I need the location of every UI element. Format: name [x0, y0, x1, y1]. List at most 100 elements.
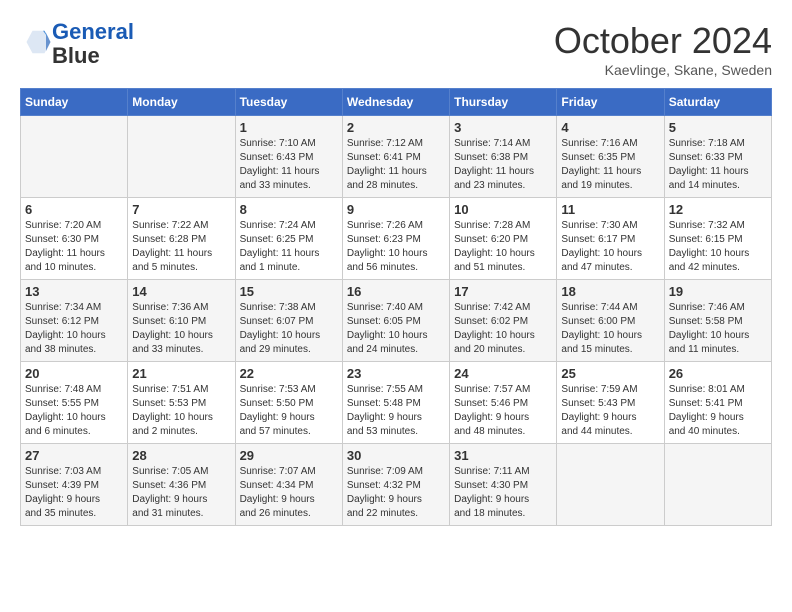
- cell-content: Sunrise: 7:10 AM Sunset: 6:43 PM Dayligh…: [240, 137, 338, 193]
- day-number: 20: [25, 366, 123, 381]
- weekday-header: Friday: [557, 89, 664, 116]
- cell-content: Sunrise: 7:30 AM Sunset: 6:17 PM Dayligh…: [561, 219, 659, 275]
- day-number: 25: [561, 366, 659, 381]
- calendar-cell: 8 Sunrise: 7:24 AM Sunset: 6:25 PM Daylig…: [235, 198, 342, 280]
- calendar-cell: 7Sunrise: 7:22 AM Sunset: 6:28 PM Daylig…: [128, 198, 235, 280]
- day-number: 17: [454, 284, 552, 299]
- day-number: 19: [669, 284, 767, 299]
- calendar-week-row: 1 Sunrise: 7:10 AM Sunset: 6:43 PM Daylig…: [21, 116, 772, 198]
- weekday-header: Monday: [128, 89, 235, 116]
- cell-content: Sunrise: 7:55 AM Sunset: 5:48 PM Dayligh…: [347, 383, 445, 439]
- cell-content: Sunrise: 7:28 AM Sunset: 6:20 PM Dayligh…: [454, 219, 552, 275]
- calendar-cell: 9Sunrise: 7:26 AM Sunset: 6:23 PM Daylig…: [342, 198, 449, 280]
- day-number: 29: [240, 448, 338, 463]
- calendar-cell: 15Sunrise: 7:38 AM Sunset: 6:07 PM Dayli…: [235, 280, 342, 362]
- calendar-cell: [557, 444, 664, 526]
- day-number: 14: [132, 284, 230, 299]
- cell-content: Sunrise: 7:51 AM Sunset: 5:53 PM Dayligh…: [132, 383, 230, 439]
- cell-content: Sunrise: 7:53 AM Sunset: 5:50 PM Dayligh…: [240, 383, 338, 439]
- cell-content: Sunrise: 7:40 AM Sunset: 6:05 PM Dayligh…: [347, 301, 445, 357]
- calendar-header: SundayMondayTuesdayWednesdayThursdayFrid…: [21, 89, 772, 116]
- day-number: 31: [454, 448, 552, 463]
- cell-content: Sunrise: 7:18 AM Sunset: 6:33 PM Dayligh…: [669, 137, 767, 193]
- cell-content: Sunrise: 7:12 AM Sunset: 6:41 PM Dayligh…: [347, 137, 445, 193]
- calendar-cell: 27 Sunrise: 7:03 AM Sunset: 4:39 PM Dayli…: [21, 444, 128, 526]
- cell-content: Sunrise: 7:57 AM Sunset: 5:46 PM Dayligh…: [454, 383, 552, 439]
- weekday-header: Tuesday: [235, 89, 342, 116]
- calendar-cell: 29 Sunrise: 7:07 AM Sunset: 4:34 PM Dayli…: [235, 444, 342, 526]
- day-number: 30: [347, 448, 445, 463]
- cell-content: Sunrise: 7:03 AM Sunset: 4:39 PM Dayligh…: [25, 465, 123, 521]
- cell-content: Sunrise: 7:24 AM Sunset: 6:25 PM Dayligh…: [240, 219, 338, 275]
- cell-content: Sunrise: 7:32 AM Sunset: 6:15 PM Dayligh…: [669, 219, 767, 275]
- cell-content: Sunrise: 7:09 AM Sunset: 4:32 PM Dayligh…: [347, 465, 445, 521]
- day-number: 24: [454, 366, 552, 381]
- day-number: 4: [561, 120, 659, 135]
- cell-content: Sunrise: 7:46 AM Sunset: 5:58 PM Dayligh…: [669, 301, 767, 357]
- calendar-cell: 5 Sunrise: 7:18 AM Sunset: 6:33 PM Daylig…: [664, 116, 771, 198]
- month-title: October 2024: [554, 20, 772, 62]
- cell-content: Sunrise: 7:38 AM Sunset: 6:07 PM Dayligh…: [240, 301, 338, 357]
- calendar-week-row: 13Sunrise: 7:34 AM Sunset: 6:12 PM Dayli…: [21, 280, 772, 362]
- cell-content: Sunrise: 7:26 AM Sunset: 6:23 PM Dayligh…: [347, 219, 445, 275]
- day-number: 8: [240, 202, 338, 217]
- calendar-cell: 4Sunrise: 7:16 AM Sunset: 6:35 PM Daylig…: [557, 116, 664, 198]
- cell-content: Sunrise: 8:01 AM Sunset: 5:41 PM Dayligh…: [669, 383, 767, 439]
- calendar-table: SundayMondayTuesdayWednesdayThursdayFrid…: [20, 88, 772, 526]
- weekday-header: Thursday: [450, 89, 557, 116]
- day-number: 3: [454, 120, 552, 135]
- calendar-cell: 3 Sunrise: 7:14 AM Sunset: 6:38 PM Daylig…: [450, 116, 557, 198]
- calendar-cell: 14Sunrise: 7:36 AM Sunset: 6:10 PM Dayli…: [128, 280, 235, 362]
- calendar-cell: [664, 444, 771, 526]
- cell-content: Sunrise: 7:20 AM Sunset: 6:30 PM Dayligh…: [25, 219, 123, 275]
- cell-content: Sunrise: 7:48 AM Sunset: 5:55 PM Dayligh…: [25, 383, 123, 439]
- calendar-week-row: 27 Sunrise: 7:03 AM Sunset: 4:39 PM Dayli…: [21, 444, 772, 526]
- cell-content: Sunrise: 7:05 AM Sunset: 4:36 PM Dayligh…: [132, 465, 230, 521]
- day-number: 28: [132, 448, 230, 463]
- cell-content: Sunrise: 7:59 AM Sunset: 5:43 PM Dayligh…: [561, 383, 659, 439]
- day-number: 22: [240, 366, 338, 381]
- calendar-cell: 24 Sunrise: 7:57 AM Sunset: 5:46 PM Dayli…: [450, 362, 557, 444]
- calendar-cell: 23 Sunrise: 7:55 AM Sunset: 5:48 PM Dayli…: [342, 362, 449, 444]
- day-number: 6: [25, 202, 123, 217]
- calendar-week-row: 6 Sunrise: 7:20 AM Sunset: 6:30 PM Daylig…: [21, 198, 772, 280]
- day-number: 16: [347, 284, 445, 299]
- cell-content: Sunrise: 7:07 AM Sunset: 4:34 PM Dayligh…: [240, 465, 338, 521]
- weekday-header: Sunday: [21, 89, 128, 116]
- cell-content: Sunrise: 7:34 AM Sunset: 6:12 PM Dayligh…: [25, 301, 123, 357]
- day-number: 23: [347, 366, 445, 381]
- calendar-cell: [21, 116, 128, 198]
- day-number: 12: [669, 202, 767, 217]
- calendar-cell: 17 Sunrise: 7:42 AM Sunset: 6:02 PM Dayli…: [450, 280, 557, 362]
- day-number: 27: [25, 448, 123, 463]
- weekday-header: Saturday: [664, 89, 771, 116]
- calendar-cell: 22 Sunrise: 7:53 AM Sunset: 5:50 PM Dayli…: [235, 362, 342, 444]
- calendar-cell: 20 Sunrise: 7:48 AM Sunset: 5:55 PM Dayli…: [21, 362, 128, 444]
- calendar-cell: 12 Sunrise: 7:32 AM Sunset: 6:15 PM Dayli…: [664, 198, 771, 280]
- day-number: 2: [347, 120, 445, 135]
- day-number: 18: [561, 284, 659, 299]
- day-number: 7: [132, 202, 230, 217]
- calendar-cell: 31Sunrise: 7:11 AM Sunset: 4:30 PM Dayli…: [450, 444, 557, 526]
- calendar-cell: 16 Sunrise: 7:40 AM Sunset: 6:05 PM Dayli…: [342, 280, 449, 362]
- calendar-cell: 11 Sunrise: 7:30 AM Sunset: 6:17 PM Dayli…: [557, 198, 664, 280]
- calendar-cell: 1 Sunrise: 7:10 AM Sunset: 6:43 PM Daylig…: [235, 116, 342, 198]
- cell-content: Sunrise: 7:44 AM Sunset: 6:00 PM Dayligh…: [561, 301, 659, 357]
- day-number: 10: [454, 202, 552, 217]
- calendar-cell: 10 Sunrise: 7:28 AM Sunset: 6:20 PM Dayli…: [450, 198, 557, 280]
- page-header: General Blue October 2024 Kaevlinge, Ska…: [20, 20, 772, 78]
- calendar-cell: 21 Sunrise: 7:51 AM Sunset: 5:53 PM Dayli…: [128, 362, 235, 444]
- calendar-cell: 2 Sunrise: 7:12 AM Sunset: 6:41 PM Daylig…: [342, 116, 449, 198]
- day-number: 26: [669, 366, 767, 381]
- calendar-cell: 13Sunrise: 7:34 AM Sunset: 6:12 PM Dayli…: [21, 280, 128, 362]
- calendar-cell: 6 Sunrise: 7:20 AM Sunset: 6:30 PM Daylig…: [21, 198, 128, 280]
- day-number: 5: [669, 120, 767, 135]
- day-number: 21: [132, 366, 230, 381]
- day-number: 11: [561, 202, 659, 217]
- cell-content: Sunrise: 7:14 AM Sunset: 6:38 PM Dayligh…: [454, 137, 552, 193]
- day-number: 1: [240, 120, 338, 135]
- location: Kaevlinge, Skane, Sweden: [554, 62, 772, 78]
- calendar-cell: 18 Sunrise: 7:44 AM Sunset: 6:00 PM Dayli…: [557, 280, 664, 362]
- logo: General Blue: [20, 20, 134, 68]
- cell-content: Sunrise: 7:42 AM Sunset: 6:02 PM Dayligh…: [454, 301, 552, 357]
